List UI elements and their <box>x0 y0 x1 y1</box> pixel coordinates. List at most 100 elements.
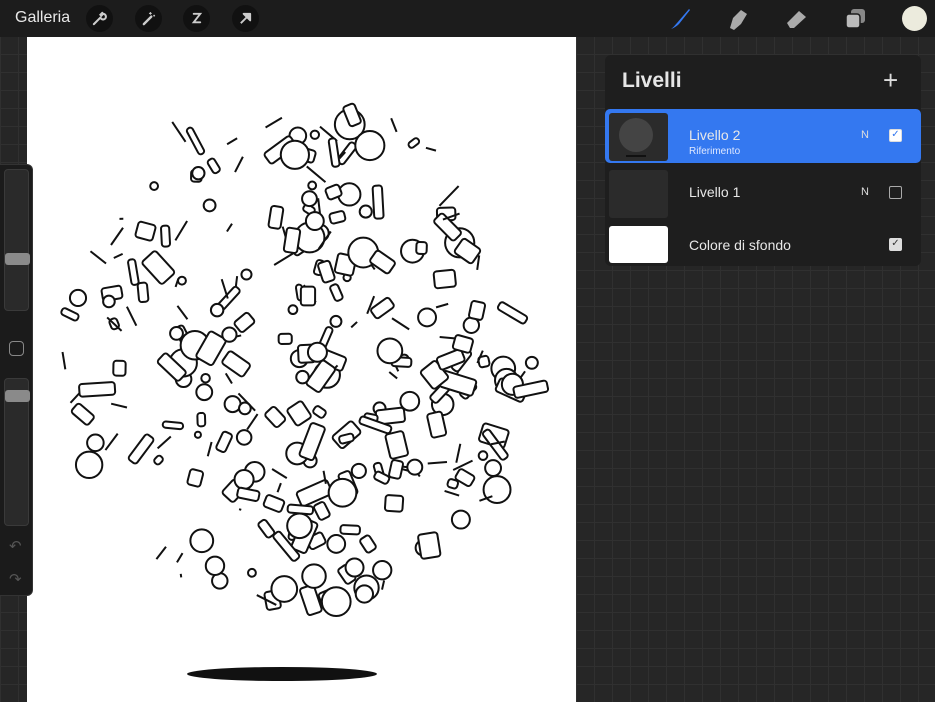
doodle-shape <box>444 489 460 497</box>
doodle-shape <box>391 317 410 331</box>
doodle-shape <box>204 555 226 577</box>
visibility-checkbox[interactable]: ✓ <box>889 238 902 251</box>
doodle-shape <box>171 121 187 143</box>
doodle-shape <box>185 126 206 156</box>
layer-row[interactable]: Livello 1 N <box>605 166 921 220</box>
doodle-shape <box>373 470 391 485</box>
doodle-shape <box>221 350 251 378</box>
doodle-shape <box>176 552 184 563</box>
layer-thumbnail <box>609 170 668 218</box>
undo-icon[interactable]: ↶ <box>9 537 22 555</box>
color-picker-button[interactable] <box>902 6 927 31</box>
redo-icon[interactable]: ↷ <box>9 570 22 588</box>
drawing-canvas[interactable] <box>27 37 576 702</box>
doodle-shape <box>169 325 184 341</box>
doodle-shape <box>301 563 327 589</box>
doodle-shape <box>209 302 225 318</box>
actions-wrench-icon[interactable] <box>86 5 113 32</box>
doodle-shape <box>155 546 167 560</box>
doodle-shape <box>417 307 437 328</box>
doodle-shape <box>399 390 421 412</box>
visibility-checkbox[interactable] <box>889 186 902 199</box>
doodle-shape <box>193 430 202 439</box>
doodle-shape <box>350 321 358 329</box>
doodle-shape <box>141 250 176 285</box>
doodle-shape <box>299 285 317 307</box>
doodle-shape <box>309 129 321 140</box>
doodle-shape <box>439 336 457 340</box>
doodle-shape <box>371 184 385 220</box>
doodle-shape <box>524 355 539 370</box>
doodle-shape <box>455 443 462 463</box>
doodle-shape <box>327 477 358 508</box>
doodle-shape <box>234 275 239 287</box>
doodle-shape <box>435 302 449 309</box>
opacity-thumb[interactable] <box>5 389 30 402</box>
doodle-shape <box>476 255 481 271</box>
doodle-shape <box>60 307 80 322</box>
doodle-shape <box>195 383 214 402</box>
doodle-shape <box>450 509 471 530</box>
doodle-shape <box>224 372 233 385</box>
layers-panel: Livelli + Livello 2 Riferimento N ✓ Live… <box>605 55 921 266</box>
brush-size-thumb[interactable] <box>5 253 30 266</box>
doodle-shape <box>350 462 367 480</box>
blend-mode-button[interactable]: N <box>861 186 869 198</box>
doodle-shape <box>427 461 448 465</box>
doodle-shape <box>415 240 428 256</box>
layers-icon[interactable] <box>843 6 869 32</box>
modify-button[interactable] <box>9 341 24 356</box>
eraser-icon[interactable] <box>784 6 810 32</box>
doodle-shape <box>372 559 393 581</box>
doodle-shape <box>306 341 328 363</box>
layers-title: Livelli <box>622 69 682 92</box>
doodle-shape <box>388 371 398 380</box>
doodle-shape <box>339 524 361 536</box>
doodle-shape <box>354 584 375 604</box>
doodle-shape <box>113 252 124 259</box>
doodle-shape <box>468 300 487 321</box>
layer-row[interactable]: Colore di sfondo ✓ <box>605 218 921 272</box>
opacity-slider[interactable] <box>4 378 30 526</box>
add-layer-button[interactable]: + <box>883 65 898 96</box>
doodle-shape <box>358 204 373 219</box>
doodle-shape <box>86 433 105 453</box>
doodle-shape <box>149 181 160 191</box>
brush-size-slider[interactable] <box>4 169 30 311</box>
doodle-shape <box>329 314 343 328</box>
blend-mode-button[interactable]: N <box>861 129 869 141</box>
layer-thumbnail <box>609 226 668 263</box>
doodle-shape <box>234 156 244 173</box>
doodle-shape <box>189 528 215 554</box>
doodle-shape <box>174 278 180 288</box>
visibility-checkbox[interactable]: ✓ <box>889 129 902 142</box>
doodle-shape <box>262 494 286 513</box>
gallery-button[interactable]: Galleria <box>15 9 70 27</box>
doodle-shape <box>270 575 299 603</box>
doodle-shape <box>215 430 233 453</box>
doodle-shape <box>247 567 257 578</box>
doodle-shape <box>206 441 213 457</box>
selection-icon[interactable] <box>183 5 210 32</box>
doodle-shape <box>407 137 421 149</box>
doodle-shape <box>390 117 398 133</box>
doodle-shape <box>313 501 331 521</box>
doodle-shape <box>236 486 261 502</box>
doodle-shape <box>406 458 424 476</box>
doodle-shape <box>384 430 409 460</box>
doodle-shape <box>432 268 457 290</box>
layer-row[interactable]: Livello 2 Riferimento N ✓ <box>605 109 921 163</box>
smudge-icon[interactable] <box>725 6 751 32</box>
doodle-shape <box>383 494 405 513</box>
move-arrow-icon[interactable] <box>232 5 259 32</box>
doodle-shape <box>307 180 318 191</box>
doodle-shape <box>226 137 238 146</box>
brush-icon[interactable] <box>667 6 693 32</box>
doodle-shape <box>320 586 352 618</box>
doodle-shape <box>220 278 229 299</box>
adjustments-magic-wand-icon[interactable] <box>135 5 162 32</box>
doodle-shape <box>202 198 217 213</box>
layer-subtitle: Riferimento <box>689 146 741 157</box>
doodle-shape <box>477 450 489 461</box>
doodle-shape <box>206 157 221 175</box>
